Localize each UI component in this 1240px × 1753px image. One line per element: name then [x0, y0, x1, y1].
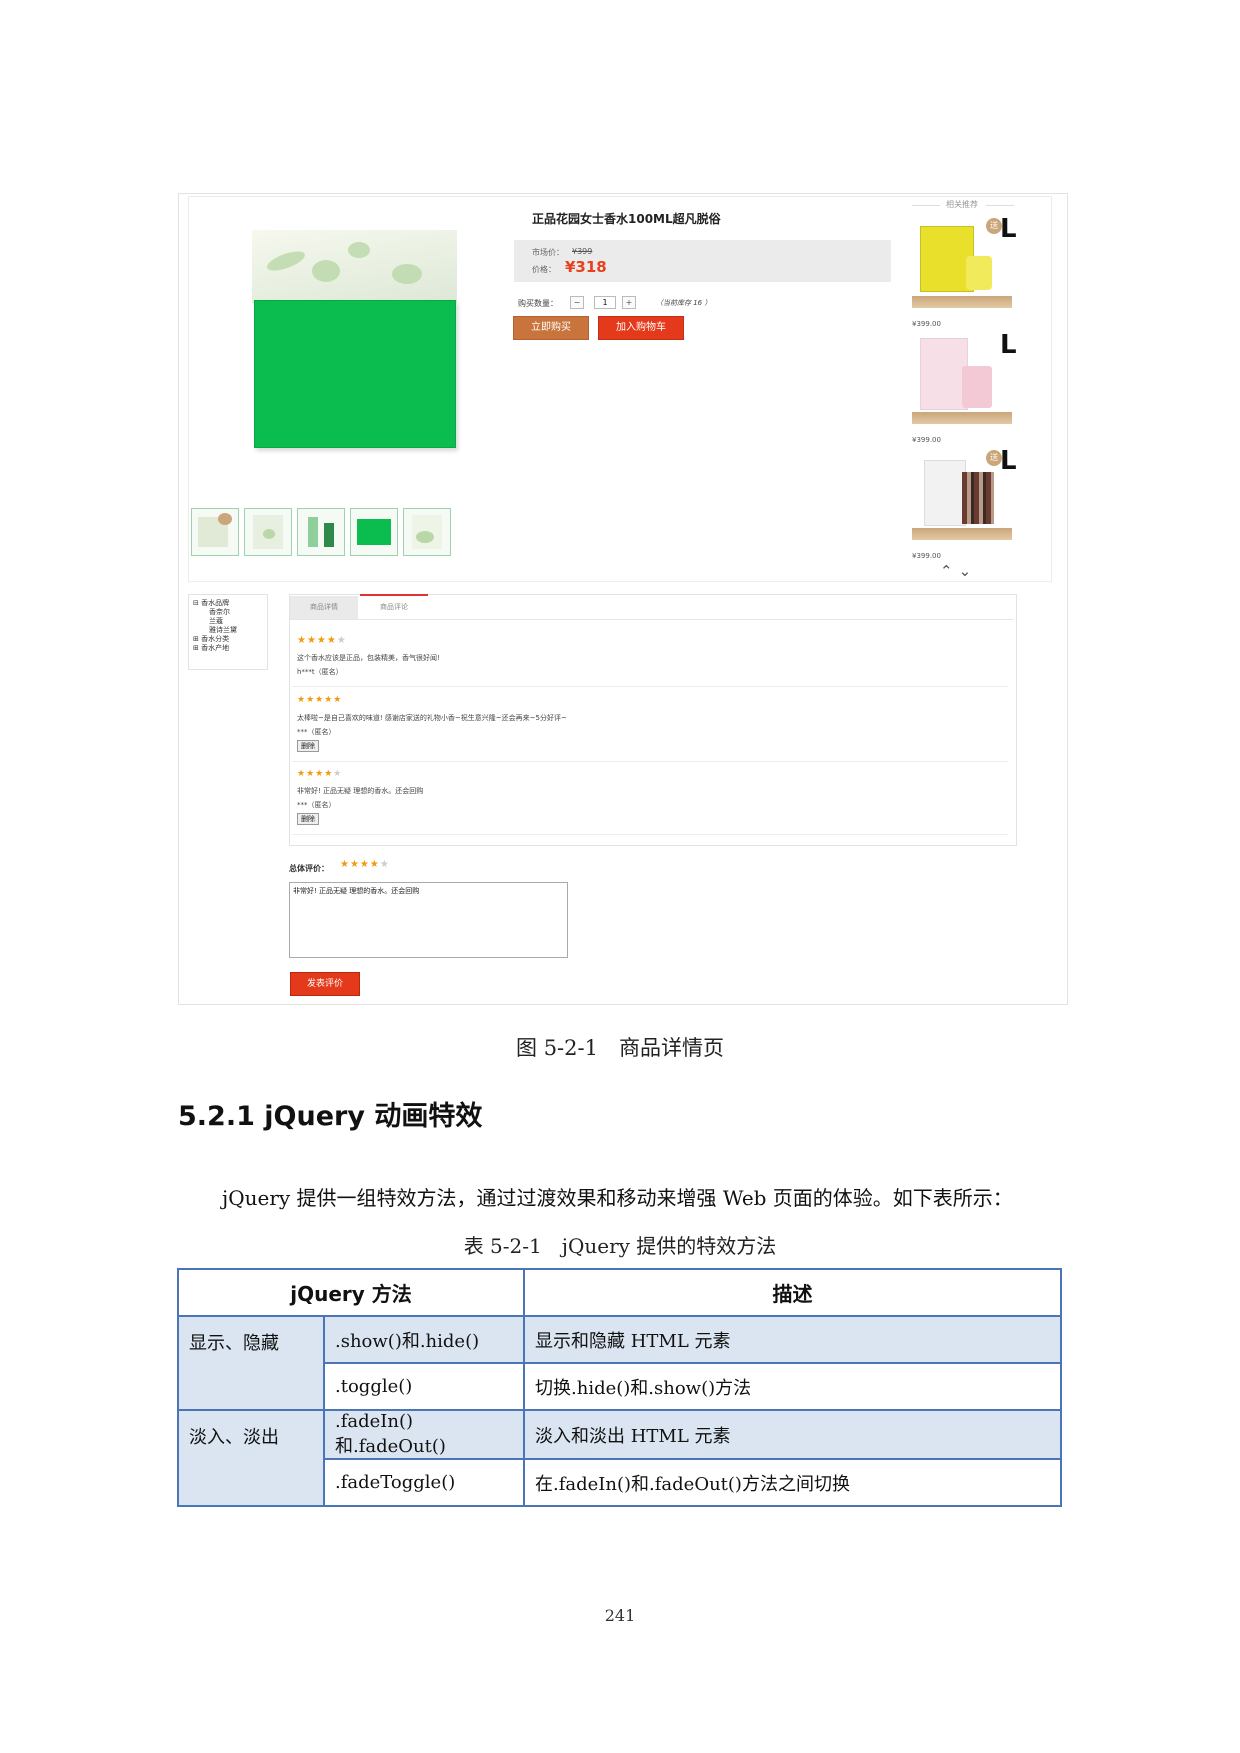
related-price-2: ¥399.00 — [912, 436, 941, 444]
method-cell: .fadeIn()和.fadeOut() — [323, 1409, 525, 1460]
thumbnail-5[interactable] — [403, 508, 451, 556]
review-1-stars: ★★★★★ — [297, 635, 347, 646]
perfume-bottle-yellow — [966, 256, 992, 290]
thumbnail-3[interactable] — [297, 508, 345, 556]
method-cell: .toggle() — [323, 1362, 525, 1411]
stock-note: （当前库存 16 ） — [656, 299, 712, 307]
page-number: 241 — [604, 1606, 636, 1625]
quantity-minus-button[interactable]: − — [570, 296, 584, 309]
review-divider — [292, 834, 1008, 835]
review-3-stars-on: ★★★★ — [297, 769, 334, 779]
review-2-stars-on: ★★★★★ — [297, 695, 343, 705]
review-1-author: h***t（匿名） — [297, 668, 343, 676]
header-method: jQuery 方法 — [177, 1268, 525, 1317]
comment-textarea[interactable]: 非常好! 正品无疑 理想的香水。还会回购 — [289, 882, 568, 958]
category-tree: ⊟ 香水品牌 香奈尔 兰蔻 雅诗兰黛 ⊞ 香水分类 ⊞ 香水产地 — [188, 594, 268, 670]
tree-item-category[interactable]: ⊞ 香水分类 — [189, 635, 267, 644]
category-cell: 显示、隐藏 — [177, 1315, 325, 1411]
overall-stars-on: ★★★★ — [340, 859, 380, 870]
review-3-text: 非常好! 正品无疑 理想的香水。还会回购 — [297, 787, 424, 795]
tree-item-brand[interactable]: ⊟ 香水品牌 — [189, 595, 267, 608]
related-title: 相关推荐 — [946, 200, 978, 209]
related-divider-left — [912, 205, 940, 206]
review-3-delete-button[interactable]: 删除 — [297, 813, 319, 825]
size-mark: L — [1000, 330, 1017, 360]
related-scroll-arrows: ⌃⌄ — [940, 562, 977, 580]
perfume-box-pink — [920, 338, 968, 410]
product-title: 正品花园女士香水100ML超凡脱俗 — [532, 212, 721, 226]
effects-table: jQuery 方法 描述 显示、隐藏 .show()和.hide() 显示和隐藏… — [177, 1268, 1062, 1507]
chevron-down-icon[interactable]: ⌄ — [959, 562, 978, 580]
review-2-delete-button[interactable]: 删除 — [297, 740, 319, 752]
description-cell: 淡入和淡出 HTML 元素 — [523, 1409, 1062, 1460]
price-value: ¥318 — [565, 258, 607, 276]
shelf-strip — [912, 296, 1012, 308]
size-mark: L — [1000, 446, 1017, 476]
review-1-stars-on: ★★★★ — [297, 635, 337, 646]
table-header-row: jQuery 方法 描述 — [177, 1268, 1062, 1317]
perfume-box-white — [924, 460, 966, 526]
body-paragraph: jQuery 提供一组特效方法，通过过渡效果和移动来增强 Web 页面的体验。如… — [222, 1186, 1013, 1210]
description-cell: 在.fadeIn()和.fadeOut()方法之间切换 — [523, 1458, 1062, 1507]
category-cell: 淡入、淡出 — [177, 1409, 325, 1507]
perfume-bottle-plaid — [962, 472, 994, 524]
price-label: 价格： — [532, 265, 556, 274]
shelf-strip — [912, 528, 1012, 540]
box-top-face — [252, 230, 457, 303]
related-divider-right — [986, 205, 1014, 206]
buy-now-button[interactable]: 立即购买 — [513, 316, 589, 340]
tab-underline — [290, 619, 1014, 620]
overall-stars-off: ★ — [379, 859, 390, 870]
section-heading: 5.2.1 jQuery 动画特效 — [178, 1101, 483, 1132]
quantity-label: 购买数量： — [518, 299, 558, 308]
thumbnail-1[interactable] — [191, 508, 239, 556]
review-3-stars: ★★★★★ — [297, 769, 342, 779]
tree-item-chanel[interactable]: 香奈尔 — [189, 608, 267, 617]
chevron-up-icon[interactable]: ⌃ — [940, 562, 959, 580]
quantity-input[interactable]: 1 — [594, 296, 616, 309]
product-main-image — [252, 230, 457, 448]
review-3-author: ***（匿名） — [297, 801, 336, 809]
perfume-bottle-pink — [962, 366, 992, 408]
size-mark: L — [1000, 214, 1017, 244]
description-cell: 显示和隐藏 HTML 元素 — [523, 1315, 1062, 1364]
header-description: 描述 — [523, 1268, 1062, 1317]
description-cell: 切换.hide()和.show()方法 — [523, 1362, 1062, 1411]
shelf-strip — [912, 412, 1012, 424]
review-2-author: ***（匿名） — [297, 728, 336, 736]
tab-reviews[interactable]: 商品评论 — [360, 594, 428, 619]
table-row: 淡入、淡出 .fadeIn()和.fadeOut() 淡入和淡出 HTML 元素 — [177, 1409, 1062, 1507]
thumbnail-4[interactable] — [350, 508, 398, 556]
review-1-text: 这个香水应该是正品，包装精美，香气很好闻! — [297, 654, 440, 662]
review-divider — [292, 686, 1008, 687]
overall-rating-stars[interactable]: ★★★★★ — [340, 859, 390, 870]
review-divider — [292, 761, 1008, 762]
related-item-3[interactable]: 送 L — [912, 446, 1017, 540]
tree-item-estee[interactable]: 雅诗兰黛 — [189, 626, 267, 635]
quantity-plus-button[interactable]: + — [622, 296, 636, 309]
review-2-text: 太棒啦~是自己喜欢的味道! 感谢店家送的礼物小香~祝生意兴隆~还会再来~5分好评… — [297, 714, 567, 722]
market-price: ¥399 — [572, 247, 593, 256]
overall-rating-label: 总体评价： — [289, 864, 329, 873]
related-item-2[interactable]: L — [912, 330, 1017, 424]
tree-item-lancome[interactable]: 兰蔻 — [189, 617, 267, 626]
thumbnail-2[interactable] — [244, 508, 292, 556]
related-item-1[interactable]: 送 L — [912, 214, 1017, 308]
related-price-3: ¥399.00 — [912, 552, 941, 560]
market-price-label: 市场价： — [532, 248, 564, 257]
tree-item-origin[interactable]: ⊞ 香水产地 — [189, 644, 267, 653]
figure-caption: 图 5-2-1 商品详情页 — [516, 1036, 724, 1060]
box-front-face — [254, 300, 456, 448]
review-3-stars-off: ★ — [333, 769, 343, 779]
add-to-cart-button[interactable]: 加入购物车 — [598, 316, 684, 340]
table-caption: 表 5-2-1 jQuery 提供的特效方法 — [463, 1234, 777, 1258]
submit-review-button[interactable]: 发表评价 — [290, 972, 360, 996]
table-row: 显示、隐藏 .show()和.hide() 显示和隐藏 HTML 元素 — [177, 1315, 1062, 1411]
review-2-stars: ★★★★★ — [297, 695, 342, 705]
related-price-1: ¥399.00 — [912, 320, 941, 328]
method-cell: .show()和.hide() — [323, 1315, 525, 1364]
method-cell: .fadeToggle() — [323, 1458, 525, 1507]
review-1-stars-off: ★ — [336, 635, 347, 646]
tab-details[interactable]: 商品详情 — [290, 596, 358, 619]
